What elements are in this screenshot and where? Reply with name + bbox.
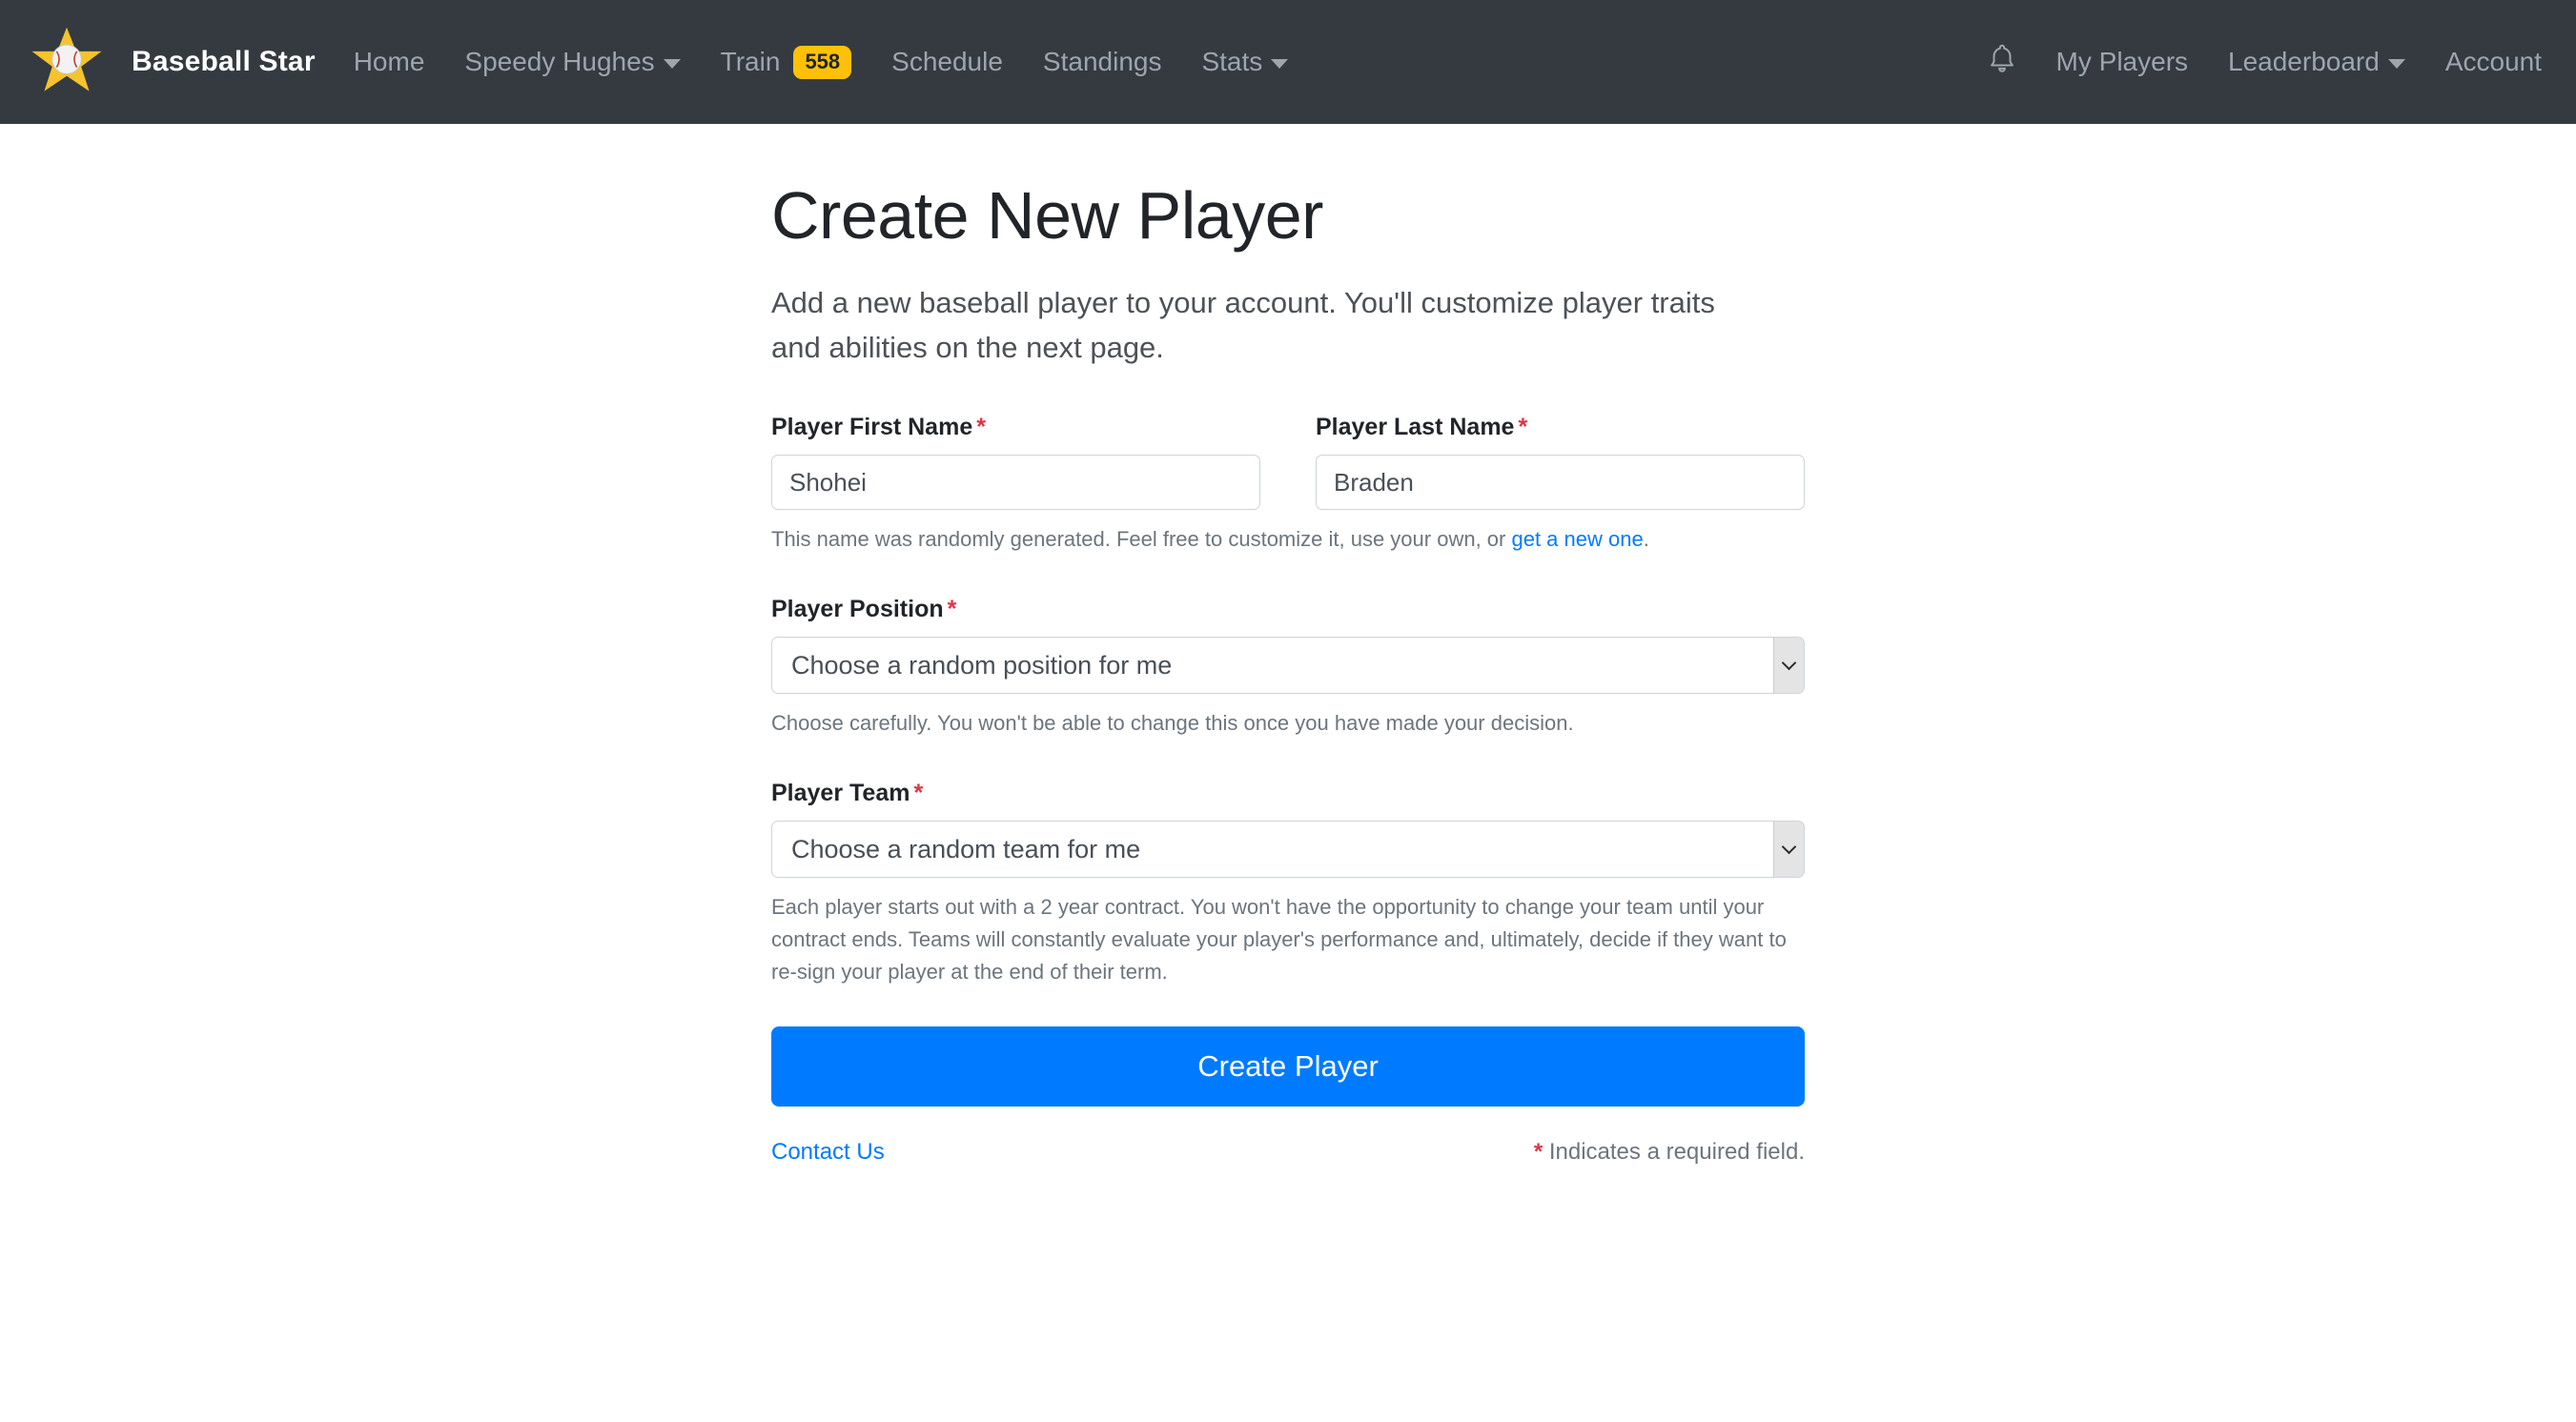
page-title: Create New Player [771, 178, 1323, 253]
last-name-label-text: Player Last Name [1316, 414, 1515, 440]
team-select[interactable]: Choose a random team for me [771, 821, 1805, 879]
first-name-input[interactable] [771, 455, 1260, 510]
team-select-toggle[interactable] [1773, 822, 1804, 878]
required-asterisk: * [976, 414, 986, 440]
nav-item-speedy-hughes[interactable]: Speedy Hughes [464, 47, 681, 76]
nav-item-leaderboard-label: Leaderboard [2228, 47, 2380, 76]
required-asterisk: * [913, 780, 924, 807]
nav-item-my-players-label: My Players [2055, 47, 2189, 76]
nav-item-stats[interactable]: Stats [1201, 47, 1289, 76]
position-label-text: Player Position [771, 596, 944, 623]
notification-bell-icon [1986, 42, 2018, 83]
name-fields-row: Player First Name* Player Last Name* [771, 414, 1805, 510]
top-navbar: Baseball Star Home Speedy Hughes Train 5… [0, 0, 2576, 124]
brand-name[interactable]: Baseball Star [132, 46, 316, 78]
baseball-star-logo-icon [31, 24, 103, 101]
last-name-input[interactable] [1316, 455, 1805, 510]
chevron-down-icon [2387, 59, 2405, 69]
position-select[interactable]: Choose a random position for me [771, 637, 1805, 695]
nav-item-account[interactable]: Account [2445, 49, 2542, 75]
nav-item-train[interactable]: Train 558 [720, 45, 852, 79]
first-name-label-text: Player First Name [771, 414, 973, 440]
get-new-name-link[interactable]: get a new one [1511, 527, 1643, 551]
required-asterisk: * [1518, 414, 1528, 440]
required-asterisk: * [947, 596, 957, 623]
page-body: Create New Player Add a new baseball pla… [0, 124, 2576, 1166]
navbar-left-group: Baseball Star Home Speedy Hughes Train 5… [29, 24, 1289, 100]
position-field-group: Player Position * Choose a random positio… [771, 596, 1805, 740]
required-field-note: * Indicates a required field. [1534, 1139, 1805, 1166]
team-select-value: Choose a random team for me [771, 821, 1805, 879]
team-label-text: Player Team [771, 780, 910, 807]
chevron-down-icon [1271, 59, 1289, 69]
last-name-label: Player Last Name * [1316, 414, 1805, 441]
name-help-suffix: . [1643, 527, 1649, 551]
position-label: Player Position * [771, 596, 1805, 623]
nav-item-train-label: Train [720, 47, 781, 76]
brand-logo-link[interactable] [29, 24, 105, 100]
nav-item-leaderboard[interactable]: Leaderboard [2228, 49, 2405, 75]
first-name-field-group: Player First Name * [771, 414, 1260, 510]
notifications-button[interactable] [1986, 42, 2018, 83]
nav-item-standings-label: Standings [1042, 47, 1162, 76]
page-description: Add a new baseball player to your accoun… [771, 286, 1715, 364]
required-asterisk: * [1533, 1139, 1544, 1166]
create-player-button[interactable]: Create Player [771, 1026, 1805, 1107]
team-label: Player Team * [771, 780, 1805, 807]
nav-item-account-label: Account [2444, 47, 2542, 76]
nav-item-speedy-hughes-label: Speedy Hughes [464, 47, 655, 76]
position-select-toggle[interactable] [1773, 638, 1804, 694]
nav-item-my-players[interactable]: My Players [2056, 49, 2188, 75]
nav-item-schedule-label: Schedule [891, 47, 1003, 76]
required-field-note-text: Indicates a required field. [1543, 1139, 1805, 1166]
last-name-field-group: Player Last Name * [1316, 414, 1805, 510]
chevron-down-icon [1781, 655, 1797, 670]
train-count-badge: 558 [793, 45, 852, 79]
chevron-down-icon [1781, 839, 1797, 854]
nav-item-schedule[interactable]: Schedule [891, 49, 1003, 75]
form-footer: Contact Us * Indicates a required field. [771, 1139, 1805, 1166]
name-help-text: This name was randomly generated. Feel f… [771, 523, 1805, 556]
nav-item-stats-label: Stats [1201, 47, 1263, 76]
nav-item-home[interactable]: Home [354, 49, 425, 75]
nav-item-standings[interactable]: Standings [1043, 49, 1162, 75]
name-help-prefix: This name was randomly generated. Feel f… [771, 527, 1512, 551]
first-name-label: Player First Name * [771, 414, 1260, 441]
nav-item-home-label: Home [353, 47, 425, 76]
navbar-right-group: My Players Leaderboard Account [1986, 42, 2542, 83]
team-field-group: Player Team * Choose a random team for me… [771, 780, 1805, 988]
contact-us-link[interactable]: Contact Us [771, 1139, 885, 1166]
position-help-text: Choose carefully. You won't be able to c… [771, 711, 1574, 736]
chevron-down-icon [663, 59, 681, 69]
team-help-text: Each player starts out with a 2 year con… [771, 895, 1787, 985]
create-player-form-container: Create New Player Add a new baseball pla… [771, 124, 1805, 1166]
position-select-value: Choose a random position for me [771, 637, 1805, 695]
